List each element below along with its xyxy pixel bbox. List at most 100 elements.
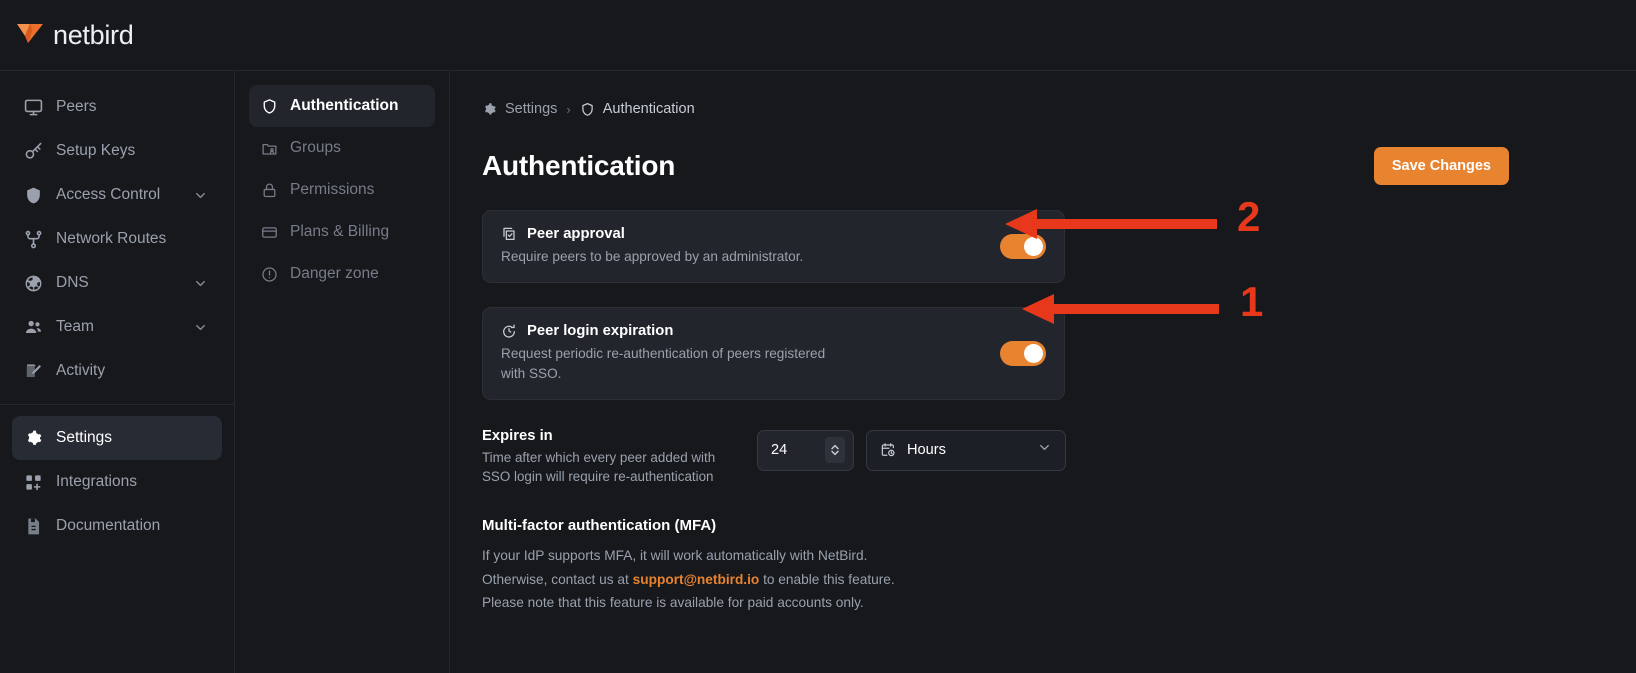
sidebar-item-label: Settings <box>56 429 210 447</box>
peer-approval-card: Peer approval Require peers to be approv… <box>482 210 1065 283</box>
users-icon <box>24 318 43 337</box>
sidebar-item-dns[interactable]: DNS <box>12 261 222 305</box>
group-folder-icon <box>261 140 278 157</box>
annotation-number-1: 1 <box>1240 281 1263 323</box>
breadcrumb-settings-label: Settings <box>505 101 557 117</box>
expires-in-unit-select[interactable]: Hours <box>866 430 1066 471</box>
peer-login-expiration-toggle[interactable] <box>1000 341 1046 366</box>
clock-calendar-icon <box>880 442 896 458</box>
expires-in-label: Expires in <box>482 428 757 444</box>
sidebar-item-activity[interactable]: Activity <box>12 349 222 393</box>
sidebar-item-access-control[interactable]: Access Control <box>12 173 222 217</box>
mfa-line-2-suffix: to enable this feature. <box>759 572 894 587</box>
sidebar-divider <box>0 404 234 405</box>
shield-icon <box>24 186 43 205</box>
gear-icon <box>482 102 497 117</box>
peer-login-expiration-card: Peer login expiration Request periodic r… <box>482 307 1065 400</box>
expires-in-row: Expires in Time after which every peer a… <box>482 428 1602 487</box>
mfa-line-1: If your IdP supports MFA, it will work a… <box>482 544 1602 568</box>
mfa-section: Multi-factor authentication (MFA) If you… <box>482 517 1602 615</box>
expires-in-unit-label: Hours <box>907 442 1026 458</box>
subnav-item-label: Groups <box>290 139 341 157</box>
peer-login-expiration-body: Peer login expiration Request periodic r… <box>501 323 986 383</box>
sidebar-item-documentation[interactable]: Documentation <box>12 504 222 548</box>
primary-sidebar: Peers Setup Keys Access Control <box>0 71 235 673</box>
main-content: Settings › Authentication Authentication… <box>450 71 1636 673</box>
subnav-item-danger-zone[interactable]: Danger zone <box>249 253 435 295</box>
app-window: netbird Peers Setup Keys <box>0 0 1636 673</box>
mfa-title: Multi-factor authentication (MFA) <box>482 517 1602 534</box>
breadcrumb: Settings › Authentication <box>482 98 1602 120</box>
shield-outline-icon <box>580 102 595 117</box>
sidebar-item-label: Setup Keys <box>56 142 210 160</box>
timer-icon <box>501 323 517 339</box>
peer-approval-title: Peer approval <box>527 226 625 242</box>
page-title: Authentication <box>482 150 675 182</box>
chevron-down-icon[interactable] <box>193 188 208 203</box>
peer-login-expiration-title-row: Peer login expiration <box>501 323 986 339</box>
page-header: Authentication Save Changes <box>482 146 1602 186</box>
peer-approval-description: Require peers to be approved by an admin… <box>501 247 831 266</box>
sidebar-item-label: DNS <box>56 274 180 292</box>
mfa-line-3: Please note that this feature is availab… <box>482 591 1602 615</box>
sidebar-item-settings[interactable]: Settings <box>12 416 222 460</box>
sidebar-item-setup-keys[interactable]: Setup Keys <box>12 129 222 173</box>
expires-in-value: 24 <box>771 442 825 458</box>
annotation-number-2: 2 <box>1237 196 1260 238</box>
peer-approval-title-row: Peer approval <box>501 226 986 242</box>
peer-login-expiration-title: Peer login expiration <box>527 323 673 339</box>
chevron-down-icon[interactable] <box>193 320 208 335</box>
credit-card-icon <box>261 224 278 241</box>
breadcrumb-separator: › <box>566 102 570 117</box>
toggle-knob <box>1024 237 1043 256</box>
alert-circle-icon <box>261 266 278 283</box>
subnav-item-label: Danger zone <box>290 265 379 283</box>
key-icon <box>24 142 43 161</box>
sidebar-item-integrations[interactable]: Integrations <box>12 460 222 504</box>
subnav-item-plans-billing[interactable]: Plans & Billing <box>249 211 435 253</box>
breadcrumb-authentication-label: Authentication <box>603 101 695 117</box>
expires-in-number-field[interactable]: 24 <box>757 430 854 471</box>
top-bar: netbird <box>0 0 1636 71</box>
shield-outline-icon <box>261 98 278 115</box>
body-row: Peers Setup Keys Access Control <box>0 71 1636 673</box>
sidebar-item-label: Integrations <box>56 473 210 491</box>
subnav-item-label: Plans & Billing <box>290 223 389 241</box>
chevron-updown-icon[interactable] <box>825 437 845 463</box>
monitor-icon <box>24 98 43 117</box>
peer-approval-toggle[interactable] <box>1000 234 1046 259</box>
support-email-link[interactable]: support@netbird.io <box>633 572 760 587</box>
sidebar-item-team[interactable]: Team <box>12 305 222 349</box>
approval-check-icon <box>501 226 517 242</box>
brand-name: netbird <box>53 20 133 51</box>
chevron-down-icon[interactable] <box>1037 440 1052 460</box>
toggle-knob <box>1024 344 1043 363</box>
sidebar-item-network-routes[interactable]: Network Routes <box>12 217 222 261</box>
network-icon <box>24 230 43 249</box>
peer-approval-body: Peer approval Require peers to be approv… <box>501 226 986 266</box>
sidebar-item-label: Access Control <box>56 186 180 204</box>
subnav-item-label: Authentication <box>290 97 399 115</box>
breadcrumb-authentication[interactable]: Authentication <box>580 101 695 117</box>
sidebar-item-label: Team <box>56 318 180 336</box>
save-changes-button[interactable]: Save Changes <box>1374 147 1509 185</box>
subnav-item-permissions[interactable]: Permissions <box>249 169 435 211</box>
sidebar-item-label: Peers <box>56 98 210 116</box>
expires-in-text: Expires in Time after which every peer a… <box>482 428 757 487</box>
gear-icon <box>24 429 43 448</box>
sidebar-item-peers[interactable]: Peers <box>12 85 222 129</box>
expires-in-description: Time after which every peer added with S… <box>482 448 730 487</box>
chevron-down-icon[interactable] <box>193 276 208 291</box>
subnav-item-authentication[interactable]: Authentication <box>249 85 435 127</box>
subnav-item-groups[interactable]: Groups <box>249 127 435 169</box>
sidebar-item-label: Documentation <box>56 517 210 535</box>
mfa-line-2-prefix: Otherwise, contact us at <box>482 572 633 587</box>
settings-subnav: Authentication Groups Permissions <box>235 71 450 673</box>
sidebar-item-label: Activity <box>56 362 210 380</box>
netbird-logo[interactable]: netbird <box>16 20 133 51</box>
book-icon <box>24 517 43 536</box>
integrations-icon <box>24 473 43 492</box>
peer-login-expiration-description: Request periodic re-authentication of pe… <box>501 344 831 383</box>
breadcrumb-settings[interactable]: Settings <box>482 101 557 117</box>
subnav-item-label: Permissions <box>290 181 374 199</box>
